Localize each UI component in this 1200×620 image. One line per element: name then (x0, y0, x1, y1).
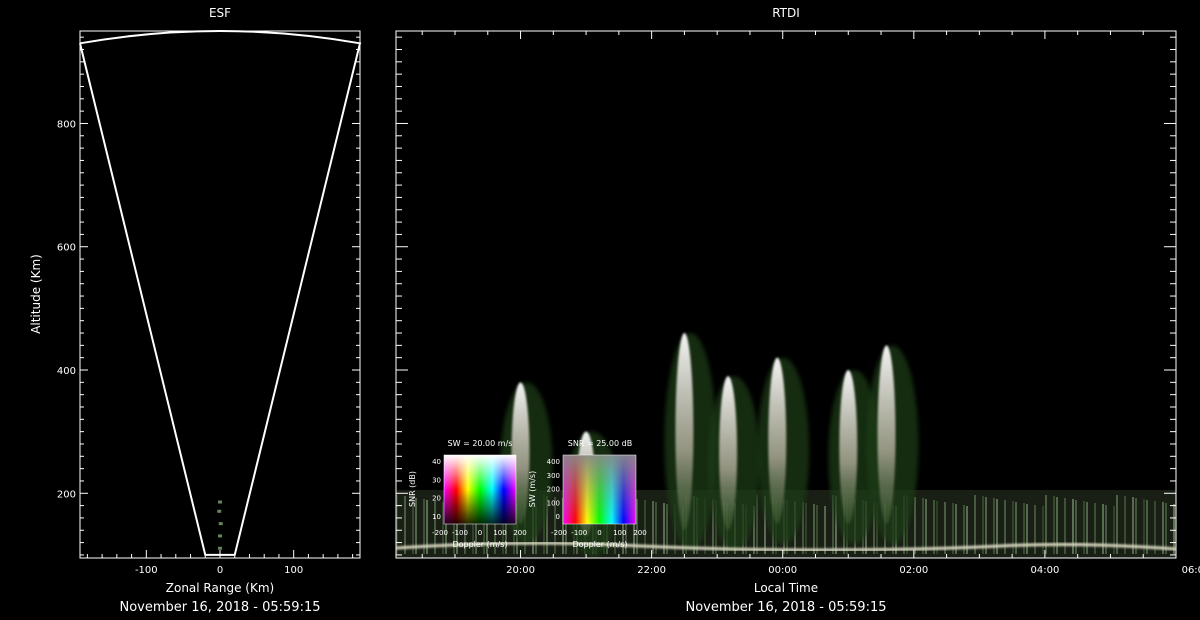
esf-echoes (217, 500, 223, 550)
rtdi-streak (944, 502, 946, 554)
legend-y-tick-label: 400 (547, 458, 560, 466)
esf-echo-point (218, 546, 222, 550)
rtdi-streak (824, 506, 826, 554)
legend-sw-value-overlay (444, 455, 516, 524)
esf-x-tick-label: 0 (217, 565, 223, 576)
legend-x-tick-label: -200 (551, 529, 567, 537)
rtdi-x-tick-label: 22:00 (637, 565, 666, 576)
esf-x-tick-label: 100 (284, 565, 303, 576)
legend-x-tick-label: 200 (633, 529, 646, 537)
esf-title: ESF (209, 6, 231, 20)
rtdi-x-tick-label: 20:00 (506, 565, 535, 576)
legend-y-tick-label: 100 (547, 499, 560, 507)
rtdi-streak (922, 498, 924, 554)
legend-y-tick-label: 0 (556, 513, 560, 521)
rtdi-x-tick-labels: 20:00 22:00 00:00 02:00 04:00 06:00 (506, 565, 1200, 576)
legend-sw-x-label: Doppler (m/s) (452, 540, 507, 549)
rtdi-streak (914, 497, 916, 554)
legend-y-tick-label: 20 (432, 495, 441, 503)
legend-snr-y-label: SW (m/s) (528, 471, 537, 507)
rtdi-streak (1165, 503, 1167, 554)
rtdi-plume (877, 345, 896, 525)
rtdi-streak (933, 500, 935, 554)
legend-snr-title: SNR = 25.00 dB (568, 439, 632, 448)
legend-x-tick-label: -200 (432, 529, 448, 537)
rtdi-streak (813, 504, 815, 554)
esf-fan-outline (79, 30, 362, 556)
rtdi-x-tick-label: 00:00 (768, 565, 797, 576)
rtdi-streak (1042, 506, 1044, 554)
rtdi-plume (719, 376, 738, 531)
esf-y-axis-label: Altitude (Km) (29, 254, 43, 334)
legend-x-tick-label: -100 (571, 529, 587, 537)
rtdi-image (396, 333, 1176, 558)
legend-x-tick-label: 0 (597, 529, 601, 537)
rtdi-streak (805, 503, 807, 554)
rtdi-panel: RTDI 20:00 22:00 00:00 02:00 04:00 06:00 Loca… (395, 6, 1200, 615)
esf-x-tick-labels: -100 0 100 (135, 565, 303, 576)
rtdi-streak (952, 503, 954, 554)
legend-x-tick-label: 100 (493, 529, 506, 537)
esf-echo-point (217, 509, 222, 513)
legend-sw-y-label: SNR (dB) (408, 471, 417, 507)
esf-echo-point (218, 522, 223, 526)
legend-y-tick-label: 200 (547, 486, 560, 494)
legend-snr-x-tick-labels: -200 -100 0 100 200 (551, 529, 647, 537)
rtdi-streak (974, 495, 976, 554)
legend-sw-x-tick-labels: -200 -100 0 100 200 (432, 529, 527, 537)
rtdi-x-tick-label: 04:00 (1030, 565, 1059, 576)
legend-snr-width-overlay (563, 455, 636, 524)
esf-y-tick-label: 800 (57, 119, 76, 130)
legend-y-tick-label: 30 (432, 476, 441, 484)
rtdi-x-tick-label: 06:00 (1182, 565, 1200, 576)
rtdi-streak (936, 501, 938, 554)
esf-plot-frame (79, 30, 361, 559)
legend-y-tick-label: 10 (432, 513, 441, 521)
legend-x-tick-label: 200 (513, 529, 526, 537)
esf-timestamp: November 16, 2018 - 05:59:15 (120, 600, 321, 615)
legend-x-tick-label: -100 (452, 529, 468, 537)
rtdi-title: RTDI (772, 6, 800, 20)
legend-y-tick-label: 40 (432, 458, 441, 466)
rtdi-x-tick-label: 02:00 (899, 565, 928, 576)
rtdi-streak (1034, 505, 1036, 554)
legend-x-tick-label: 100 (613, 529, 626, 537)
rtdi-plume (675, 333, 694, 531)
rtdi-x-axis-label: Local Time (754, 581, 818, 595)
esf-y-tick-label: 600 (57, 243, 76, 254)
rtdi-streak (925, 499, 927, 554)
rtdi-timestamp: November 16, 2018 - 05:59:15 (686, 600, 887, 615)
rtdi-plume (768, 357, 787, 525)
esf-y-tick-label: 400 (57, 366, 76, 377)
legend-sw-title: SW = 20.00 m/s (448, 439, 513, 448)
legend-y-tick-label: 300 (547, 472, 560, 480)
rtdi-streak (1162, 502, 1164, 554)
rtdi-streak (404, 496, 406, 554)
legend-snr-x-label: Doppler (m/s) (572, 540, 627, 549)
legend-x-tick-label: 0 (478, 529, 482, 537)
rtdi-streak (1026, 504, 1028, 554)
esf-axis-ticks (80, 36, 360, 558)
esf-y-tick-labels: 200 400 600 800 (57, 119, 76, 500)
esf-x-tick-label: -100 (135, 565, 158, 576)
rtdi-streak (1173, 504, 1175, 554)
esf-panel: ESF -100 0 100 200 400 600 800 Zonal Range (K… (29, 6, 362, 615)
radar-figure: ESF -100 0 100 200400600800 Zonal Range (K… (29, 6, 1200, 615)
esf-x-axis-label: Zonal Range (Km) (166, 581, 274, 595)
rtdi-streak (816, 505, 818, 554)
esf-y-tick-label: 200 (57, 489, 76, 500)
esf-echo-point (218, 500, 222, 504)
esf-echo-point (218, 534, 222, 538)
rtdi-plume (839, 370, 858, 525)
